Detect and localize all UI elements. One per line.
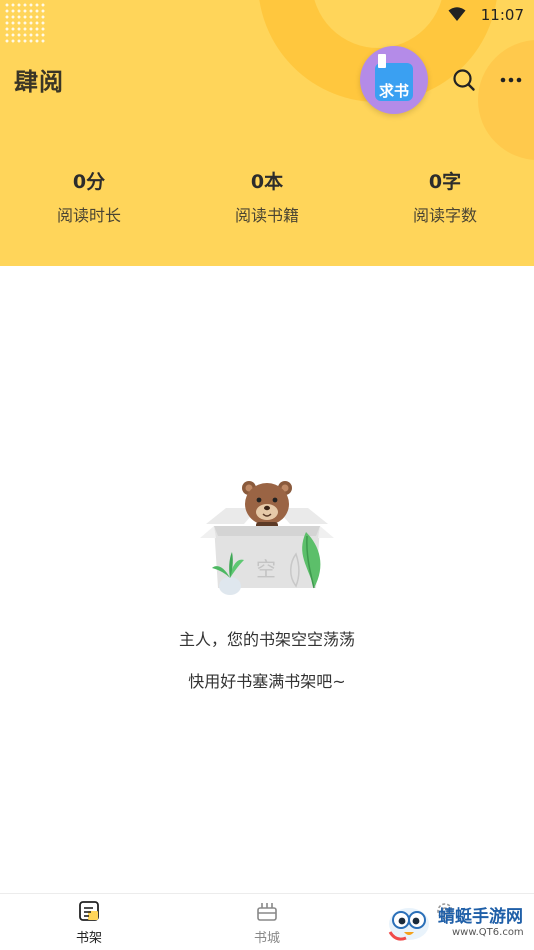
request-book-button[interactable]: 求书 — [360, 46, 428, 114]
stat-label: 阅读书籍 — [234, 206, 299, 225]
stat-value: 0本 — [250, 171, 284, 193]
app-title: 肆阅 — [14, 67, 64, 96]
request-book-label: 求书 — [378, 82, 409, 100]
watermark-url: www.QT6.com — [452, 927, 524, 938]
stat-label: 阅读字数 — [412, 206, 477, 225]
tab-bookstore[interactable]: 书城 — [217, 894, 317, 950]
tab-label: 书架 — [75, 931, 102, 946]
box-label: 空 — [256, 557, 276, 581]
stat-value: 0字 — [428, 171, 462, 193]
decorative-circle — [478, 40, 534, 160]
bookshelf-icon — [79, 901, 99, 921]
dragonfly-logo-icon — [388, 908, 429, 941]
bookstore-icon — [257, 903, 277, 921]
watermark-title: 蜻蜓手游网 — [438, 907, 523, 927]
status-time: 11:07 — [480, 6, 524, 24]
stat-words-read[interactable]: 0字 阅读字数 — [375, 168, 515, 226]
stat-books-read[interactable]: 0本 阅读书籍 — [197, 168, 337, 226]
decorative-dots — [4, 2, 46, 44]
tab-bookshelf[interactable]: 书架 — [39, 894, 139, 950]
watermark: 蜻蜓手游网 www.QT6.com — [386, 896, 534, 948]
stat-reading-time[interactable]: 0分 阅读时长 — [19, 168, 159, 226]
empty-message-line1: 主人，您的书架空空荡荡 — [178, 630, 355, 649]
empty-message-line2: 快用好书塞满书架吧~ — [188, 672, 346, 691]
header: 11:07 肆阅 求书 0分 阅读时长 0本 阅读书籍 0字 阅读字数 — [0, 0, 534, 266]
search-icon[interactable] — [452, 68, 476, 92]
more-icon[interactable] — [498, 70, 524, 90]
bear-icon — [242, 481, 292, 530]
stat-label: 阅读时长 — [56, 206, 121, 225]
tab-label: 书城 — [253, 931, 280, 946]
empty-box-illustration — [200, 481, 334, 595]
wifi-icon — [448, 7, 466, 21]
bookmark-icon — [378, 54, 386, 68]
stat-value: 0分 — [72, 171, 106, 193]
